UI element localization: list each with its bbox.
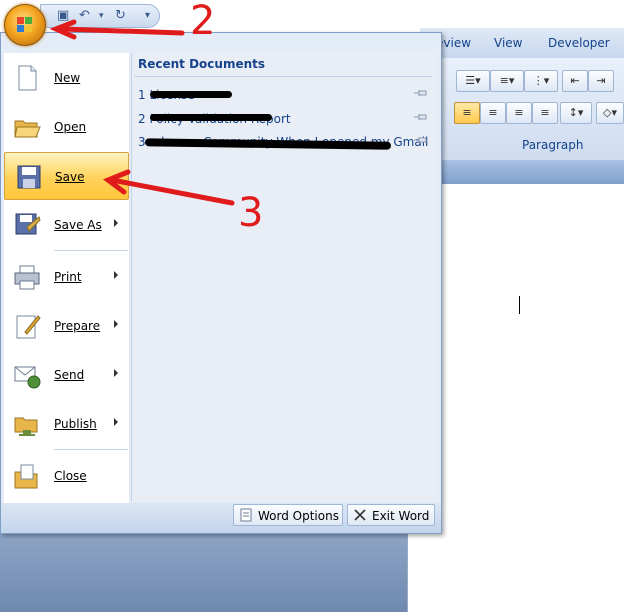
numbering-button[interactable]: ≡▾ <box>490 70 524 92</box>
save-icon[interactable]: ▣ <box>57 8 69 23</box>
menu-item-open[interactable]: Open <box>3 103 128 151</box>
menu-item-new[interactable]: New <box>3 54 128 102</box>
close-x-icon <box>354 509 366 521</box>
printer-icon <box>14 265 40 290</box>
menu-item-publish[interactable]: Publish <box>3 400 128 448</box>
bullets-button[interactable]: ☰▾ <box>456 70 490 92</box>
redaction-mark <box>150 91 232 98</box>
line-spacing-button[interactable]: ↕▾ <box>560 102 592 124</box>
menu-item-close[interactable]: Close <box>3 452 128 500</box>
menu-item-save-as[interactable]: Save As <box>3 201 128 249</box>
menu-item-label: New <box>54 71 81 85</box>
menu-separator <box>54 449 128 450</box>
ribbon-tab-bar: eview View Developer <box>420 28 624 59</box>
menu-item-label: Print <box>54 270 82 284</box>
save-disk-icon <box>17 165 41 189</box>
annotation-step-2: 2 <box>190 0 216 44</box>
word-options-button[interactable]: Word Options <box>233 504 343 526</box>
submenu-arrow-icon <box>114 369 118 377</box>
menu-item-label: Save As <box>54 218 102 232</box>
menu-item-label: Close <box>54 469 87 483</box>
quick-access-toolbar: ▣ ↶ ▾ ↻ ▾ <box>40 4 160 28</box>
pin-icon[interactable] <box>414 89 428 97</box>
office-logo-icon <box>17 17 33 33</box>
redaction-mark <box>150 114 272 121</box>
recent-documents-divider <box>134 76 432 77</box>
align-center-button[interactable]: ≡ <box>480 102 506 124</box>
ruler-strip <box>420 160 624 184</box>
open-folder-icon <box>14 120 41 138</box>
menu-item-send[interactable]: Send <box>3 351 128 399</box>
submenu-arrow-icon <box>114 320 118 328</box>
close-folder-icon <box>14 464 38 489</box>
multilevel-list-button[interactable]: ⋮▾ <box>524 70 558 92</box>
align-left-button[interactable]: ≡ <box>454 102 480 124</box>
menu-item-label: Save <box>55 170 85 184</box>
justify-button[interactable]: ≡ <box>532 102 558 124</box>
menu-item-label: Send <box>54 368 85 382</box>
text-caret <box>519 296 520 314</box>
submenu-arrow-icon <box>114 418 118 426</box>
decrease-indent-button[interactable]: ⇤ <box>562 70 588 92</box>
menu-item-save[interactable]: Save <box>4 152 129 200</box>
menu-item-prepare[interactable]: Prepare <box>3 302 128 350</box>
submenu-arrow-icon <box>114 219 118 227</box>
pin-icon[interactable] <box>414 136 428 144</box>
recent-documents-title: Recent Documents <box>138 57 266 71</box>
options-document-icon <box>240 508 252 522</box>
menu-item-label: Publish <box>54 417 97 431</box>
send-icon <box>14 366 41 389</box>
menu-separator <box>54 250 128 251</box>
pin-icon[interactable] <box>414 113 428 121</box>
undo-dropdown-icon[interactable]: ▾ <box>99 11 104 21</box>
exit-word-button[interactable]: Exit Word <box>347 504 435 526</box>
increase-indent-button[interactable]: ⇥ <box>588 70 614 92</box>
word-options-label: Word Options <box>258 509 339 523</box>
menu-item-label: Prepare <box>54 319 101 333</box>
tab-view[interactable]: View <box>494 36 522 50</box>
new-document-icon <box>18 65 37 91</box>
align-right-button[interactable]: ≡ <box>506 102 532 124</box>
undo-icon[interactable]: ↶ <box>79 8 90 23</box>
shading-button[interactable]: ◇▾ <box>596 102 624 124</box>
customize-qat-icon[interactable]: ▾ <box>145 10 150 21</box>
prepare-icon <box>16 315 41 339</box>
tab-developer[interactable]: Developer <box>548 36 610 50</box>
office-button[interactable] <box>4 4 46 46</box>
submenu-arrow-icon <box>114 271 118 279</box>
annotation-step-3: 3 <box>238 190 264 236</box>
exit-word-label: Exit Word <box>372 509 430 523</box>
save-as-icon <box>15 213 41 235</box>
publish-icon <box>14 417 38 436</box>
group-label-paragraph: Paragraph <box>522 138 584 152</box>
redo-icon[interactable]: ↻ <box>115 8 126 23</box>
menu-item-print[interactable]: Print <box>3 253 128 301</box>
workspace-margin <box>0 530 407 612</box>
menu-item-label: Open <box>54 120 87 134</box>
